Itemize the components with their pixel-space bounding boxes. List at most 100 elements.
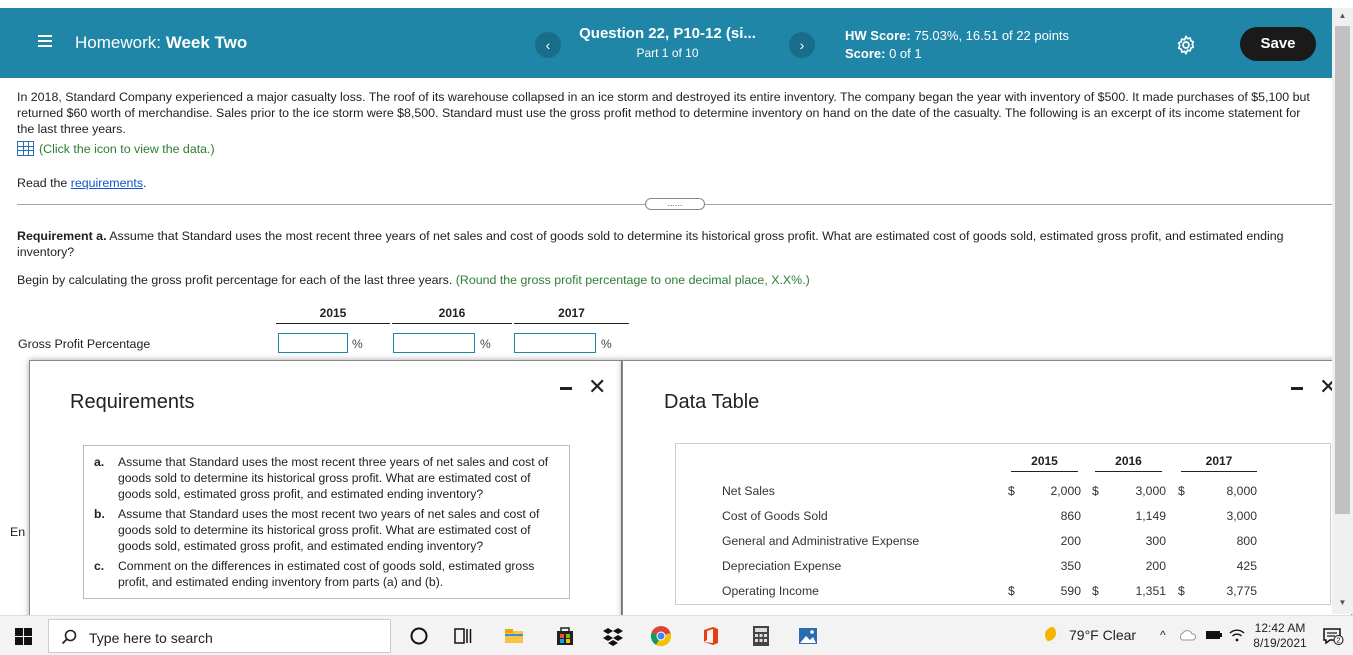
requirement-letter: b. [94, 507, 105, 521]
office-icon[interactable] [700, 625, 722, 647]
taskbar-clock[interactable]: 12:42 AM 8/19/2021 [1250, 621, 1310, 651]
year-header-2015: 2015 [276, 306, 390, 324]
requirements-title: Requirements [70, 391, 195, 413]
assignment-name: Week Two [165, 33, 248, 52]
question-text: In 2018, Standard Company experienced a … [17, 90, 1310, 136]
read-requirements: Read the requirements. [17, 176, 147, 190]
calculator-icon[interactable] [750, 625, 772, 647]
store-icon[interactable] [554, 625, 576, 647]
minimize-button[interactable] [1291, 387, 1303, 390]
view-data-label[interactable]: (Click the icon to view the data.) [39, 142, 215, 156]
hidden-text-fragment: En [10, 525, 26, 539]
menu-icon[interactable] [38, 35, 52, 47]
instruction: Begin by calculating the gross profit pe… [17, 273, 810, 287]
chevron-up-icon[interactable]: ^ [1160, 628, 1166, 642]
requirements-list: a. Assume that Standard uses the most re… [83, 445, 570, 599]
data-cell: 800 [1236, 534, 1257, 548]
data-row-label: Depreciation Expense [722, 559, 842, 573]
requirement-item: c. Comment on the differences in estimat… [94, 558, 559, 590]
answer-input-2015[interactable] [278, 333, 348, 353]
requirement-letter: a. [94, 455, 105, 469]
percent-sign: % [480, 337, 491, 351]
data-row-label: Net Sales [722, 484, 775, 498]
close-button[interactable]: ✕ [588, 376, 606, 398]
search-icon [61, 629, 77, 645]
scroll-up-arrow[interactable]: ▲ [1332, 11, 1353, 25]
gross-profit-percentage-label: Gross Profit Percentage [18, 337, 151, 351]
minimize-button[interactable] [560, 387, 572, 390]
score-label: Score: [845, 46, 886, 61]
homework-title: Homework: Week Two [75, 33, 247, 53]
data-row-label: General and Administrative Expense [722, 534, 920, 548]
scroll-down-arrow[interactable]: ▼ [1332, 598, 1353, 612]
dropbox-icon[interactable] [602, 625, 624, 647]
requirements-link[interactable]: requirements [71, 176, 143, 190]
photos-icon[interactable] [797, 625, 819, 647]
data-cell: 590 [1060, 584, 1081, 598]
cortana-icon[interactable] [408, 625, 430, 647]
percent-sign: % [601, 337, 612, 351]
requirement-a: Requirement a. Assume that Standard uses… [17, 228, 1317, 260]
hw-score: HW Score: 75.03%, 16.51 of 22 points [845, 28, 1069, 43]
onedrive-icon[interactable] [1178, 628, 1196, 642]
save-button[interactable]: Save [1240, 27, 1316, 61]
data-cell: 3,775 [1226, 584, 1258, 598]
data-table-popup: Data Table ✕ 2015 2016 2017 Net Sales $2,… [622, 360, 1352, 620]
question-part: Part 1 of 10 [636, 46, 699, 60]
data-row-label: Cost of Goods Sold [722, 509, 828, 523]
data-year-2016: 2016 [1095, 454, 1162, 472]
previous-question-button[interactable]: ‹ [535, 32, 561, 58]
currency-symbol: $ [1178, 584, 1185, 598]
scroll-thumb[interactable] [1335, 26, 1350, 514]
requirements-popup: Requirements ✕ a. Assume that Standard u… [29, 360, 622, 620]
data-cell: 200 [1145, 559, 1166, 573]
instruction-text: Begin by calculating the gross profit pe… [17, 273, 456, 287]
data-cell: 3,000 [1226, 509, 1258, 523]
requirement-letter: c. [94, 559, 105, 573]
taskbar: Type here to search 79°F Clear ^ 12:42 A… [0, 615, 1353, 655]
data-cell: 3,000 [1135, 484, 1167, 498]
chrome-icon[interactable] [650, 625, 672, 647]
next-question-button[interactable]: › [789, 32, 815, 58]
answer-input-2017[interactable] [514, 333, 596, 353]
data-year-2015: 2015 [1011, 454, 1078, 472]
requirement-text: Assume that Standard uses the most recen… [118, 507, 540, 553]
notification-count: 2 [1337, 638, 1341, 645]
year-header-2017: 2017 [514, 306, 629, 324]
rounding-hint: (Round the gross profit percentage to on… [455, 273, 810, 287]
data-cell: 2,000 [1050, 484, 1082, 498]
wifi-icon[interactable] [1229, 628, 1245, 642]
data-cell: 200 [1060, 534, 1081, 548]
clock-time: 12:42 AM [1254, 621, 1306, 635]
score-value: 0 of 1 [889, 46, 922, 61]
view-data-link[interactable]: (Click the icon to view the data.) [17, 141, 215, 156]
header-bar: Homework: Week Two ‹ Question 22, P10-12… [0, 8, 1332, 78]
task-view-icon[interactable] [452, 625, 474, 647]
requirement-a-label: Requirement a. [17, 229, 107, 243]
page-scrollbar[interactable]: ▲ ▼ [1332, 8, 1353, 614]
data-cell: 300 [1145, 534, 1166, 548]
data-row-label: Operating Income [722, 584, 819, 598]
notification-icon[interactable]: 2 [1322, 627, 1344, 645]
taskbar-search-input[interactable]: Type here to search [48, 619, 391, 653]
data-cell: 1,149 [1135, 509, 1167, 523]
hw-score-label: HW Score: [845, 28, 911, 43]
page: Homework: Week Two ‹ Question 22, P10-12… [0, 0, 1353, 655]
clock-date: 8/19/2021 [1253, 636, 1307, 650]
data-cell: 8,000 [1226, 484, 1258, 498]
data-table-title: Data Table [664, 391, 760, 413]
hw-score-value: 75.03%, 16.51 of 22 points [914, 28, 1070, 43]
weather-widget[interactable]: 79°F Clear [1045, 627, 1136, 643]
windows-start-icon[interactable] [15, 628, 32, 645]
expand-handle[interactable]: ...... [645, 198, 705, 210]
data-cell: 350 [1060, 559, 1081, 573]
answer-input-2016[interactable] [393, 333, 475, 353]
question-title[interactable]: Question 22, P10-12 (si... [560, 25, 775, 42]
requirement-text: Assume that Standard uses the most recen… [118, 455, 549, 501]
table-icon[interactable] [17, 141, 34, 156]
gear-icon[interactable] [1175, 34, 1197, 56]
battery-icon[interactable] [1205, 628, 1223, 642]
year-header-2016: 2016 [392, 306, 512, 324]
file-explorer-icon[interactable] [503, 625, 525, 647]
data-year-2017: 2017 [1181, 454, 1257, 472]
